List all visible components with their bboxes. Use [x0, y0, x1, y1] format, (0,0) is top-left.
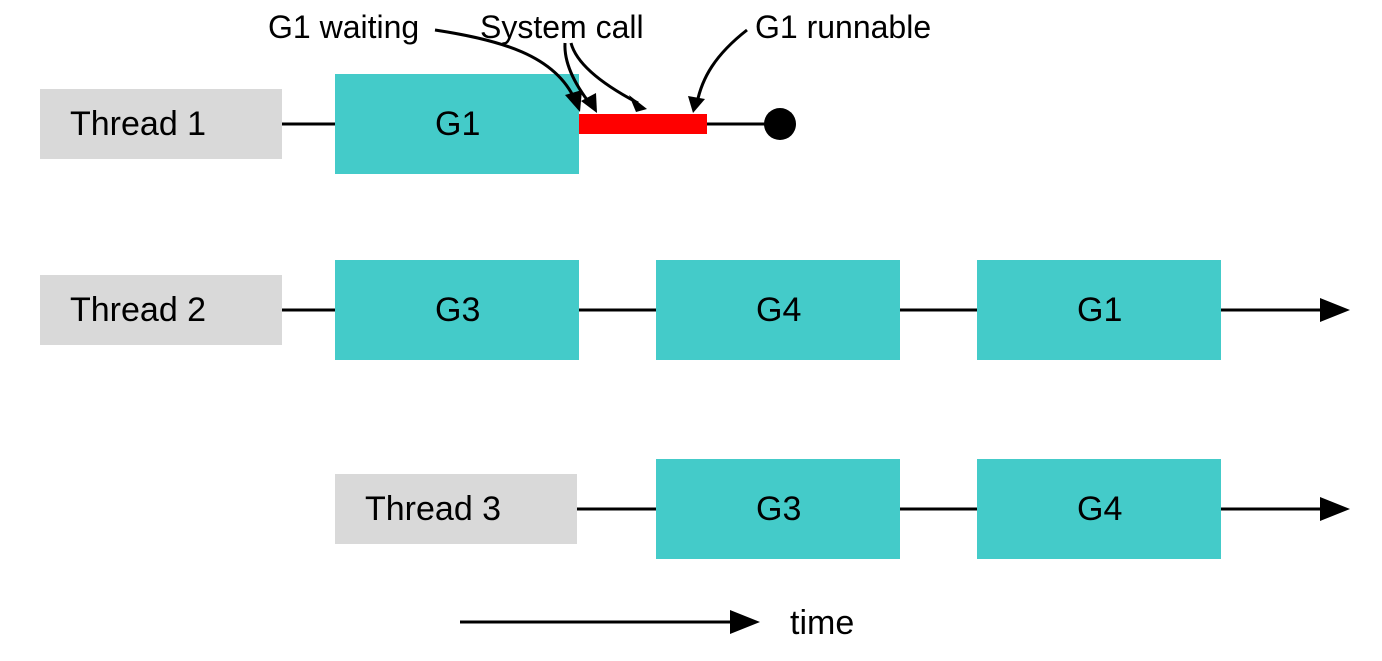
thread2-g4-label: G4 — [756, 291, 801, 329]
thread2-label: Thread 2 — [70, 291, 206, 329]
annotation-g1-waiting: G1 waiting — [268, 9, 419, 45]
thread2-g3-label: G3 — [435, 291, 480, 329]
arrow-g1-runnable-head — [688, 96, 705, 113]
time-label: time — [790, 604, 854, 642]
thread1-label: Thread 1 — [70, 105, 206, 143]
arrow-g1-runnable — [697, 30, 747, 103]
diagram-canvas: Thread 1 G1 Thread 2 G3 G4 G1 Thread 3 G… — [0, 0, 1382, 661]
annotation-g1-runnable: G1 runnable — [755, 9, 931, 45]
thread3-g3-label: G3 — [756, 490, 801, 528]
time-axis-arrowhead — [730, 610, 760, 634]
thread3-label: Thread 3 — [365, 490, 501, 528]
syscall-bar — [579, 114, 707, 134]
thread1-g1-label: G1 — [435, 105, 480, 143]
thread3-g4-label: G4 — [1077, 490, 1122, 528]
annotation-system-call: System call — [480, 9, 644, 45]
thread2-timeline-arrow — [1320, 298, 1350, 322]
thread2-g1-label: G1 — [1077, 291, 1122, 329]
thread1-end-circle — [764, 108, 796, 140]
arrow-syscall-center-head — [629, 95, 647, 112]
thread3-timeline-arrow — [1320, 497, 1350, 521]
